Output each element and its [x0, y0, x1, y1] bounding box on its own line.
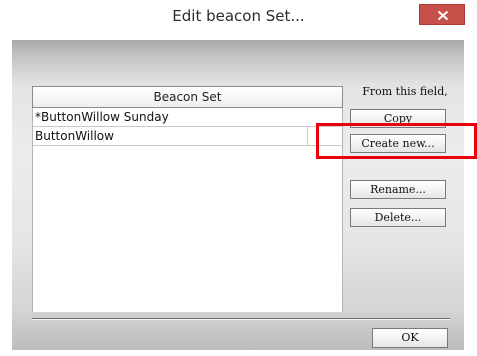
list-item[interactable]: *ButtonWillow Sunday — [33, 108, 342, 127]
list-item[interactable]: ButtonWillow — [33, 127, 307, 146]
title-bar: Edit beacon Set... — [0, 0, 477, 40]
delete-button[interactable]: Delete... — [350, 208, 446, 227]
close-icon — [437, 10, 449, 21]
rename-button[interactable]: Rename... — [350, 180, 446, 199]
ok-button[interactable]: OK — [372, 328, 448, 348]
beacon-set-column-header[interactable]: Beacon Set — [32, 86, 343, 108]
divider — [32, 318, 450, 320]
close-button[interactable] — [419, 4, 465, 25]
from-this-field-label: From this field, — [362, 85, 448, 98]
beacon-set-list[interactable]: *ButtonWillow Sunday ButtonWillow — [32, 108, 343, 312]
highlight-box — [316, 123, 477, 159]
edit-beacon-set-dialog: Edit beacon Set... Beacon Set *ButtonWil… — [0, 0, 477, 356]
dialog-title: Edit beacon Set... — [172, 7, 305, 25]
